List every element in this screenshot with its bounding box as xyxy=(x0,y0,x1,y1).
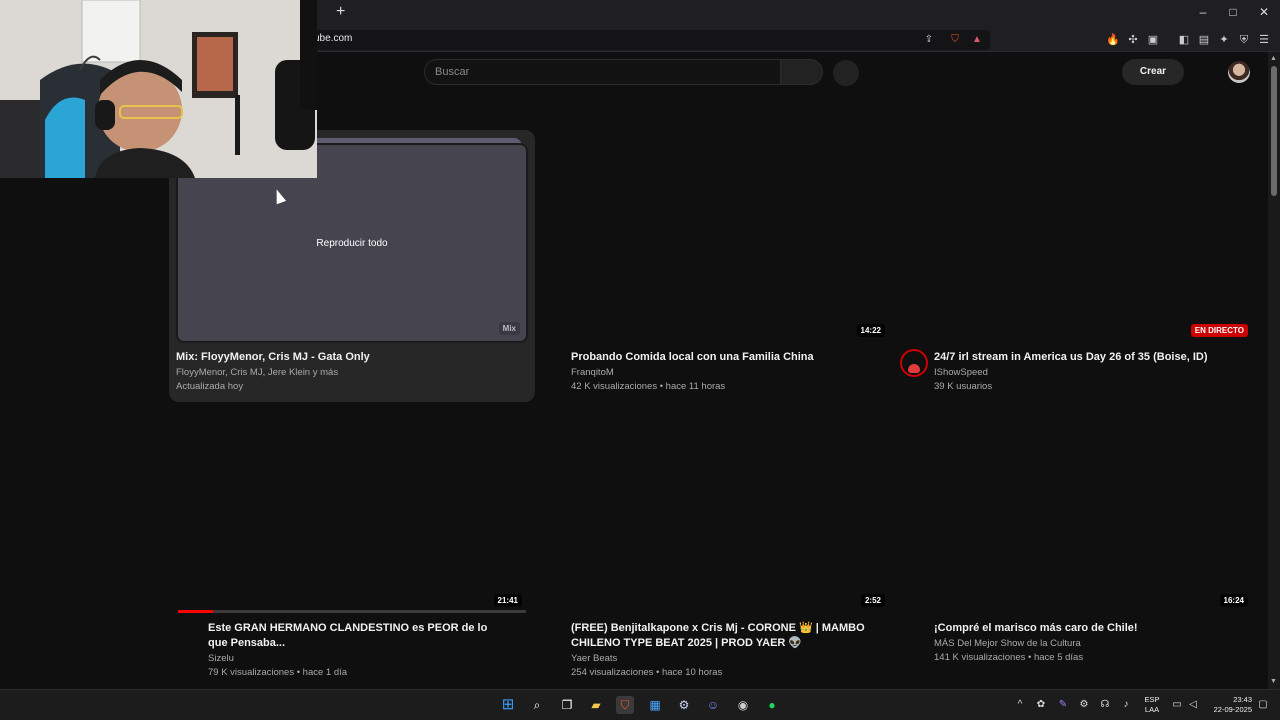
scroll-down-icon[interactable]: ▼ xyxy=(1270,678,1277,685)
photos-app-icon[interactable]: ▦ xyxy=(646,696,664,714)
video-channel[interactable]: FranqitoM xyxy=(571,366,891,380)
video-stats: 42 K visualizaciones • hace 11 horas xyxy=(571,381,726,392)
live-ring-icon xyxy=(908,364,920,373)
scroll-up-icon[interactable]: ▲ xyxy=(1270,55,1277,62)
new-tab-button[interactable]: + xyxy=(336,3,345,21)
video-stats: 141 K visualizaciones • hace 5 días xyxy=(934,652,1084,663)
account-avatar[interactable] xyxy=(1228,61,1250,83)
show-hidden-icons-icon[interactable]: ^ xyxy=(1013,699,1027,710)
watch-progress-bar xyxy=(178,610,526,613)
volume-icon[interactable]: ◁ xyxy=(1186,699,1200,710)
file-explorer-icon[interactable]: ▰ xyxy=(587,696,605,714)
brave-shields-icon[interactable]: ⛉ xyxy=(948,33,962,47)
share-icon[interactable]: ⇪ xyxy=(922,33,936,47)
webcam-feed-illustration xyxy=(0,0,317,178)
video-thumbnail[interactable]: EN DIRECTO xyxy=(925,143,1251,343)
extension-fire-icon[interactable]: 🔥 xyxy=(1105,32,1121,48)
tray-app-icon[interactable]: ✿ xyxy=(1034,699,1048,710)
video-title[interactable]: ¡Compré el marisco más caro de Chile! xyxy=(934,621,1254,636)
video-title[interactable]: 24/7 irl stream in America us Day 26 of … xyxy=(934,350,1254,365)
desktop-screen: ‹ + – □ ✕ ube.com ⇪ ⛉ ▲ 🔥 ✣ ▣ ◧ ▤ ✦ ⛨ ☰ … xyxy=(0,0,1280,720)
extensions-puzzle-icon[interactable]: ✣ xyxy=(1125,32,1141,48)
mix-badge: Mix xyxy=(498,322,520,335)
microphone-icon[interactable]: ♪ xyxy=(1119,699,1133,710)
video-title[interactable]: Probando Comida local con una Familia Ch… xyxy=(571,350,891,365)
search-icon[interactable]: ⌕ xyxy=(528,696,546,714)
menu-icon[interactable]: ☰ xyxy=(1256,32,1272,48)
steam-icon[interactable]: ⚙ xyxy=(675,696,693,714)
video-thumbnail[interactable]: 2:52 xyxy=(562,415,888,613)
spotify-icon[interactable]: ● xyxy=(763,696,781,714)
create-button[interactable]: Crear xyxy=(1122,59,1184,85)
video-thumbnail[interactable]: 16:24 xyxy=(925,415,1251,613)
network-icon[interactable]: ▭ xyxy=(1170,699,1184,710)
video-channel[interactable]: FloyyMenor, Cris MJ, Jere Klein y más xyxy=(176,366,526,380)
leo-ai-icon[interactable]: ✦ xyxy=(1216,32,1232,48)
address-bar[interactable]: ube.com ⇪ ⛉ ▲ xyxy=(300,30,990,50)
notifications-icon[interactable]: ▢ xyxy=(1256,699,1270,710)
tray-steam-icon[interactable]: ⚙ xyxy=(1077,699,1091,710)
sidebar-icon[interactable]: ◧ xyxy=(1176,32,1192,48)
keyboard-layout: LAA xyxy=(1144,705,1160,714)
duration-badge: 2:52 xyxy=(860,594,885,607)
language-code: ESP xyxy=(1144,695,1160,704)
brave-rewards-icon[interactable]: ▲ xyxy=(970,33,984,47)
search-input[interactable]: Buscar xyxy=(435,66,469,78)
page-scrollbar[interactable]: ▲ ▼ xyxy=(1268,52,1280,689)
webcam-overlay xyxy=(0,0,317,178)
duration-badge: 16:24 xyxy=(1219,594,1248,607)
clock-date: 22-09-2025 xyxy=(1213,705,1252,714)
clock-time: 23:43 xyxy=(1233,695,1252,704)
input-language[interactable]: ESP LAA xyxy=(1142,695,1162,715)
video-channel[interactable]: Sizelu xyxy=(208,652,508,666)
wallet-icon[interactable]: ▤ xyxy=(1196,32,1212,48)
windows-start-icon[interactable]: ⊞ xyxy=(499,696,517,714)
minimize-button[interactable]: – xyxy=(1193,5,1213,19)
close-window-button[interactable]: ✕ xyxy=(1254,5,1274,19)
video-stats: 39 K usuarios xyxy=(934,381,993,392)
video-thumbnail[interactable]: 14:22 xyxy=(562,143,888,343)
video-title[interactable]: (FREE) Benjitalkapone x Cris Mj - CORONE… xyxy=(571,621,871,651)
play-all-label[interactable]: Reproducir todo xyxy=(178,238,526,249)
video-title[interactable]: Mix: FloyyMenor, Cris MJ - Gata Only xyxy=(176,350,526,365)
headset-icon[interactable]: ☊ xyxy=(1098,699,1112,710)
video-thumbnail[interactable]: 21:41 xyxy=(176,415,528,613)
task-view-icon[interactable]: ❐ xyxy=(558,696,576,714)
video-channel[interactable]: MÁS Del Mejor Show de la Cultura xyxy=(934,637,1254,651)
watch-progress-fill xyxy=(178,610,213,613)
maximize-button[interactable]: □ xyxy=(1223,5,1243,19)
channel-avatar[interactable] xyxy=(176,621,204,649)
live-badge: EN DIRECTO xyxy=(1190,324,1248,337)
search-button[interactable] xyxy=(780,59,823,85)
url-text: ube.com xyxy=(314,33,353,44)
tray-pen-icon[interactable]: ✎ xyxy=(1056,699,1070,710)
voice-search-button[interactable] xyxy=(833,60,859,86)
video-channel[interactable]: IShowSpeed xyxy=(934,366,1254,380)
duration-badge: 14:22 xyxy=(856,324,885,337)
search-box[interactable]: Buscar xyxy=(424,59,781,85)
video-stats: 79 K visualizaciones • hace 1 día xyxy=(208,667,348,678)
brave-browser-icon[interactable]: ⛉ xyxy=(616,696,634,714)
video-channel[interactable]: Yaer Beats xyxy=(571,652,871,666)
obs-icon[interactable]: ◉ xyxy=(734,696,752,714)
discord-icon[interactable]: ☺ xyxy=(704,696,722,714)
video-stats: Actualizada hoy xyxy=(176,381,244,392)
windows-taskbar: ⊞ ⌕ ❐ ▰ ⛉ ▦ ⚙ ☺ ◉ ● ^ ✿ ✎ ⚙ ☊ ♪ ESP LAA … xyxy=(0,689,1280,720)
video-title[interactable]: Este GRAN HERMANO CLANDESTINO es PEOR de… xyxy=(208,621,508,651)
video-stats: 254 visualizaciones • hace 10 horas xyxy=(571,667,723,678)
channel-avatar[interactable] xyxy=(900,349,928,377)
system-clock[interactable]: 23:43 22-09-2025 xyxy=(1206,695,1252,715)
screenshot-icon[interactable]: ▣ xyxy=(1145,32,1161,48)
scrollbar-thumb[interactable] xyxy=(1271,66,1277,196)
duration-badge: 21:41 xyxy=(493,594,522,607)
vpn-shield-icon[interactable]: ⛨ xyxy=(1236,32,1252,48)
